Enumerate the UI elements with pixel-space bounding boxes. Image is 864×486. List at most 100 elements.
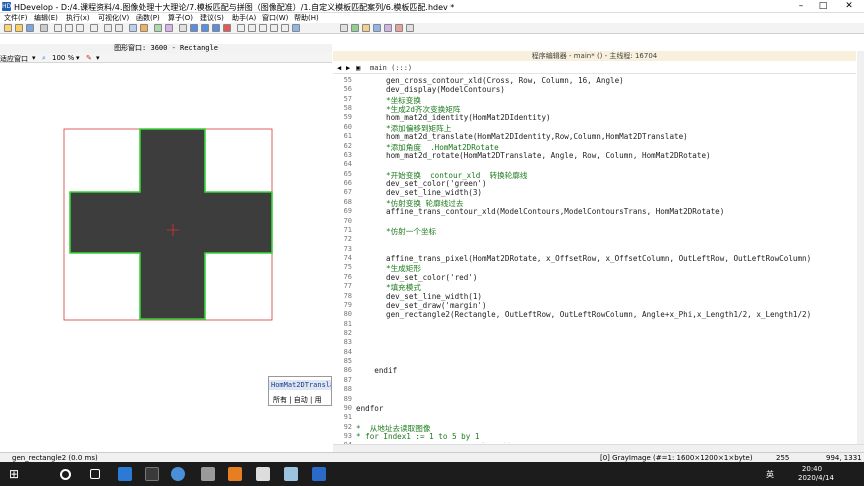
code-editor[interactable]: gen_cross_contour_xld(Cross, Row, Column… (356, 75, 856, 443)
code-line[interactable]: affine_trans_pixel(HomMat2DRotate, x_Off… (386, 254, 811, 263)
file-explorer-icon[interactable] (201, 467, 215, 481)
step-out-icon[interactable] (212, 24, 220, 32)
ime-lang[interactable]: 英 (766, 469, 774, 480)
close-button[interactable]: ✕ (838, 1, 860, 12)
line-number: 76 (343, 272, 352, 281)
redo-icon[interactable] (115, 24, 123, 32)
menu-suggestions[interactable]: 建议(S) (200, 13, 224, 23)
word-icon[interactable] (312, 467, 326, 481)
clock-time: 20:40 (801, 465, 823, 473)
line-profile-icon[interactable] (281, 24, 289, 32)
hdevelop-taskbar-icon[interactable] (228, 467, 242, 481)
copy-icon[interactable] (65, 24, 73, 32)
menu-execute[interactable]: 执行(x) (66, 13, 90, 23)
pixel-info-icon[interactable] (270, 24, 278, 32)
chevron-down-icon[interactable]: ▾ (96, 54, 100, 62)
notes-icon[interactable] (284, 467, 298, 481)
task-view-icon[interactable] (90, 469, 100, 479)
print-icon[interactable] (40, 24, 48, 32)
chevron-down-icon[interactable]: ▾ (76, 54, 80, 62)
menu-visualize[interactable]: 可视化(V) (98, 13, 129, 23)
window-browser-icon[interactable] (395, 24, 403, 32)
code-line[interactable]: hom_mat2d_translate(HomMat2DIdentity,Row… (386, 132, 688, 141)
help-icon[interactable] (140, 24, 148, 32)
editor-vertical-scrollbar[interactable] (857, 51, 864, 444)
line-number: 89 (343, 394, 352, 403)
step-into-icon[interactable] (201, 24, 209, 32)
menu-help[interactable]: 帮助(H) (294, 13, 319, 23)
operator-icon[interactable] (165, 24, 173, 32)
line-number: 65 (343, 169, 352, 178)
menu-file[interactable]: 文件(F) (4, 13, 28, 23)
zoom-icon[interactable] (259, 24, 267, 32)
terminal-icon[interactable] (145, 467, 159, 481)
menu-assistants[interactable]: 助手(A) (232, 13, 256, 23)
paste-icon[interactable] (76, 24, 84, 32)
variables-icon[interactable] (154, 24, 162, 32)
delete-icon[interactable] (90, 24, 98, 32)
open-icon[interactable] (15, 24, 23, 32)
code-line[interactable]: endfor (356, 404, 383, 413)
new-icon[interactable] (4, 24, 12, 32)
find-icon[interactable] (129, 24, 137, 32)
save-icon[interactable] (26, 24, 34, 32)
line-number: 90 (343, 403, 352, 412)
stop-icon[interactable] (223, 24, 231, 32)
code-line[interactable]: gen_cross_contour_xld(Cross, Row, Column… (386, 76, 624, 85)
window-editor-icon[interactable] (362, 24, 370, 32)
chevron-down-icon[interactable]: ▾ (32, 54, 36, 62)
menu-window[interactable]: 窗口(W) (262, 13, 288, 23)
graphics-icon[interactable] (248, 24, 256, 32)
window-graphics-icon[interactable] (351, 24, 359, 32)
windows-start-icon[interactable]: ⊞ (9, 467, 23, 481)
line-number: 55 (343, 76, 352, 84)
paint-icon[interactable]: ✎ (86, 54, 92, 62)
line-number: 61 (343, 132, 352, 141)
zoom-percent-select[interactable]: 100 % (52, 54, 74, 62)
variable-item[interactable]: HomMat2DTransla (269, 380, 331, 390)
procedure-select[interactable]: main (:::) (370, 64, 412, 72)
edge-icon[interactable] (118, 467, 132, 481)
reset-icon[interactable] (237, 24, 245, 32)
code-line[interactable]: gen_rectangle2(Rectangle, OutLeftRow, Ou… (386, 310, 811, 319)
window-help-icon[interactable] (406, 24, 414, 32)
search-icon[interactable] (60, 469, 71, 480)
browser-icon[interactable] (171, 467, 185, 481)
line-number: 86 (343, 366, 352, 375)
window-tile-icon[interactable] (340, 24, 348, 32)
code-line[interactable]: dev_set_color('red') (386, 273, 477, 282)
code-line[interactable]: endif (356, 366, 397, 375)
run-icon[interactable] (179, 24, 187, 32)
code-line[interactable]: affine_trans_contour_xld(ModelContours,M… (386, 207, 724, 216)
window-operator-icon[interactable] (384, 24, 392, 32)
code-line[interactable]: dev_set_line_width(1) (386, 292, 482, 301)
forward-icon[interactable]: ▶ (346, 64, 350, 72)
print-icon[interactable]: ▣ (356, 64, 360, 72)
photos-icon[interactable] (256, 467, 270, 481)
code-line[interactable]: dev_set_color('green') (386, 179, 487, 188)
zoom-icon[interactable]: ⌕ (42, 54, 46, 63)
cut-icon[interactable] (54, 24, 62, 32)
code-line[interactable]: * for Index1 := 1 to 5 by 1 (356, 432, 479, 441)
menu-edit[interactable]: 编辑(E) (34, 13, 58, 23)
assistant-icon[interactable] (292, 24, 300, 32)
code-line[interactable]: dev_set_line_width(3) (386, 188, 482, 197)
code-line[interactable]: * read_image(Image1, '/案图切割/'+Index1+'.p… (356, 441, 588, 443)
menu-operators[interactable]: 算子(O) (168, 13, 193, 23)
undo-icon[interactable] (104, 24, 112, 32)
maximize-button[interactable]: □ (812, 1, 834, 12)
code-line[interactable]: hom_mat2d_rotate(HomMat2DTranslate, Angl… (386, 151, 711, 160)
code-line[interactable]: *仿射一个坐标 (386, 226, 436, 237)
code-line[interactable]: hom_mat2d_identity(HomMat2DIdentity) (386, 113, 551, 122)
back-icon[interactable]: ◀ (337, 64, 341, 72)
code-line[interactable]: dev_display(ModelContours) (386, 85, 505, 94)
window-variables-icon[interactable] (373, 24, 381, 32)
editor-horizontal-scrollbar[interactable] (333, 444, 864, 452)
taskbar: ⊞ 英 20:40 2020/4/14 (0, 462, 864, 486)
step-over-icon[interactable] (190, 24, 198, 32)
graphics-canvas[interactable] (0, 63, 332, 375)
minimize-button[interactable]: – (790, 1, 812, 12)
code-line[interactable]: dev_set_draw('margin') (386, 301, 487, 310)
variable-tabs[interactable]: 所有 | 自动 | 用 (269, 395, 331, 405)
menu-procedures[interactable]: 函数(P) (136, 13, 160, 23)
